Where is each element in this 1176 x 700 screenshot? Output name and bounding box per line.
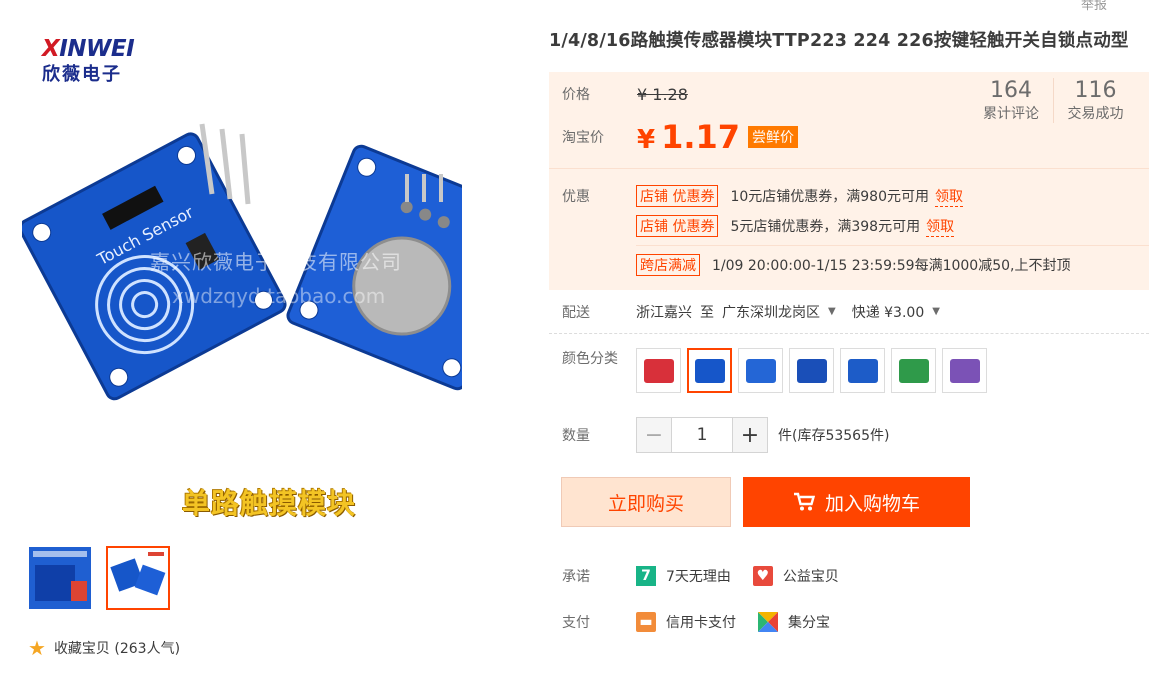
cross-store-tag: 跨店满减 <box>636 254 700 276</box>
price-label: 价格 <box>562 87 590 103</box>
credit-card-payment[interactable]: ▬ 信用卡支付 <box>636 612 736 632</box>
sku-option-6[interactable] <box>891 348 936 393</box>
image-caption: 单路触摸模块 <box>182 487 357 520</box>
product-details: 举报 1/4/8/16路触摸传感器模块TTP223 224 226按键轻触开关自… <box>549 0 1149 645</box>
coupon-tag: 店铺 优惠券 <box>636 185 719 207</box>
cart-icon <box>793 492 815 511</box>
thumbnail-1[interactable] <box>28 546 92 610</box>
promise-label: 承诺 <box>562 569 590 585</box>
sku-option-4[interactable] <box>789 348 834 393</box>
quantity-row: 数量 − 1 + 件(库存53565件) <box>549 393 1149 453</box>
watermark-text: 嘉兴欣薇电子科技有限公司 <box>150 250 402 274</box>
original-price: ¥ 1.28 <box>637 84 688 104</box>
heart-icon: ♥ <box>752 566 773 586</box>
sku-option-3[interactable] <box>738 348 783 393</box>
quantity-stepper: − 1 + <box>636 417 768 453</box>
coupon-text: 10元店铺优惠券，满980元可用 <box>730 189 929 205</box>
taobao-price-label: 淘宝价 <box>562 130 604 146</box>
sales-stats: 164 累计评论 116 交易成功 <box>969 78 1137 123</box>
chevron-down-icon[interactable]: ▼ <box>828 306 836 317</box>
charity-item[interactable]: ♥ 公益宝贝 <box>752 566 839 586</box>
promo-label: 优惠 <box>562 189 590 205</box>
color-label: 颜色分类 <box>562 351 618 367</box>
product-page: Touch Sensor XINWEI 欣薇电子 嘉兴欣薇电子科技有限公司 xw… <box>0 0 1176 700</box>
add-to-cart-button[interactable]: 加入购物车 <box>743 477 970 527</box>
seven-day-return[interactable]: 7 7天无理由 <box>636 566 731 586</box>
claim-coupon-link[interactable]: 领取 <box>926 216 955 237</box>
promotions: 优惠 店铺 优惠券 10元店铺优惠券，满980元可用 领取 店铺 优惠券 5元店… <box>549 168 1149 290</box>
ship-method-select[interactable]: 快递 ¥3.00 <box>852 302 925 322</box>
credit-card-icon: ▬ <box>636 612 656 632</box>
ship-to-word: 至 <box>700 304 714 321</box>
seven-day-icon: 7 <box>636 566 656 586</box>
price-box: 价格 ¥ 1.28 淘宝价 ¥1.17 尝鲜价 164 累计评论 116 交易成… <box>549 72 1149 290</box>
increase-button[interactable]: + <box>733 418 767 452</box>
current-price: ¥1.17 <box>637 118 741 156</box>
sku-option-5[interactable] <box>840 348 885 393</box>
sku-option-1[interactable] <box>636 348 681 393</box>
thumbnail-2[interactable] <box>106 546 170 610</box>
action-buttons: 立即购买 加入购物车 <box>549 453 1149 527</box>
deal-count: 116 交易成功 <box>1053 78 1137 123</box>
ship-destination-select[interactable]: 广东深圳龙岗区 <box>722 302 820 322</box>
thumbnail-strip <box>28 546 170 610</box>
review-count[interactable]: 164 累计评论 <box>969 78 1053 123</box>
stock-info: 件(库存53565件) <box>778 428 890 444</box>
product-title: 1/4/8/16路触摸传感器模块TTP223 224 226按键轻触开关自锁点动… <box>549 31 1129 51</box>
sku-option-7[interactable] <box>942 348 987 393</box>
promise-row: 承诺 7 7天无理由 ♥ 公益宝贝 <box>549 553 1149 599</box>
sku-option-2[interactable] <box>687 348 732 393</box>
product-gallery: Touch Sensor XINWEI 欣薇电子 嘉兴欣薇电子科技有限公司 xw… <box>0 0 540 700</box>
report-link[interactable]: 举报 <box>1081 0 1107 13</box>
shipping-row: 配送 浙江嘉兴 至 广东深圳龙岗区 ▼ 快递 ¥3.00 ▼ <box>549 290 1149 334</box>
jifenbao-payment[interactable]: 集分宝 <box>758 612 830 632</box>
quantity-input[interactable]: 1 <box>671 418 733 452</box>
watermark-url: xwdzqyd.taobao.com <box>172 284 386 308</box>
payment-label: 支付 <box>562 615 590 631</box>
favorite-item[interactable]: ★ 收藏宝贝 (263人气) <box>28 638 180 658</box>
shipping-label: 配送 <box>562 304 590 321</box>
quantity-label: 数量 <box>562 428 590 444</box>
color-options: 颜色分类 <box>549 334 1149 393</box>
favorite-label: 收藏宝贝 (263人气) <box>53 641 181 657</box>
brand-logo: XINWEI 欣薇电子 <box>42 36 135 85</box>
jifenbao-icon <box>758 612 778 632</box>
star-icon: ★ <box>28 636 46 660</box>
payment-row: 支付 ▬ 信用卡支付 集分宝 <box>549 599 1149 645</box>
price-tag: 尝鲜价 <box>748 126 799 148</box>
coupon-tag: 店铺 优惠券 <box>636 215 719 237</box>
coupon-text: 5元店铺优惠券，满398元可用 <box>730 219 921 235</box>
cross-store-text: 1/09 20:00:00-1/15 23:59:59每满1000减50,上不封… <box>712 258 1071 274</box>
buy-now-button[interactable]: 立即购买 <box>561 477 731 527</box>
claim-coupon-link[interactable]: 领取 <box>935 186 963 207</box>
main-product-image[interactable]: Touch Sensor XINWEI 欣薇电子 嘉兴欣薇电子科技有限公司 xw… <box>18 24 532 534</box>
decrease-button[interactable]: − <box>637 418 671 452</box>
ship-from: 浙江嘉兴 <box>636 304 692 321</box>
chevron-down-icon[interactable]: ▼ <box>932 306 940 317</box>
